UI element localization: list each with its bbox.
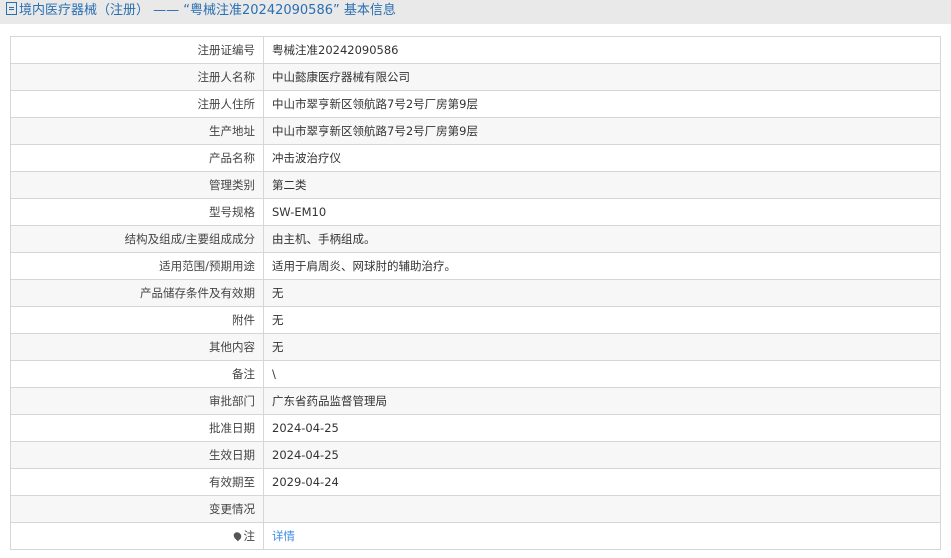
field-value: 冲击波治疗仪: [263, 144, 941, 172]
field-label: 其他内容: [10, 333, 264, 361]
field-value: 无: [263, 306, 941, 334]
field-value: 无: [263, 279, 941, 307]
field-value: SW-EM10: [263, 198, 941, 226]
field-value: 广东省药品监督管理局: [263, 387, 941, 415]
note-value: 详情: [263, 522, 941, 550]
field-value: 由主机、手柄组成。: [263, 225, 941, 253]
field-label: 注册证编号: [10, 36, 264, 64]
field-value: [263, 495, 941, 523]
table-row: 产品名称 冲击波治疗仪: [10, 144, 941, 172]
field-value: 中山市翠亨新区领航路7号2号厂房第9层: [263, 117, 941, 145]
table-row: 有效期至 2029-04-24: [10, 468, 941, 496]
field-value: 2029-04-24: [263, 468, 941, 496]
field-label: 结构及组成/主要组成成分: [10, 225, 264, 253]
table-row: 结构及组成/主要组成成分 由主机、手柄组成。: [10, 225, 941, 253]
note-row: 注 详情: [10, 522, 941, 550]
field-value: 第二类: [263, 171, 941, 199]
document-icon: [6, 2, 17, 15]
field-label: 注册人住所: [10, 90, 264, 118]
table-row: 其他内容无: [10, 333, 941, 361]
details-link[interactable]: 详情: [272, 529, 295, 543]
field-label: 批准日期: [10, 414, 264, 442]
field-label: 型号规格: [10, 198, 264, 226]
table-row: 注册人名称 中山懿康医疗器械有限公司: [10, 63, 941, 91]
note-label: 注: [10, 522, 264, 550]
table-row: 生效日期 2024-04-25: [10, 441, 941, 469]
table-row: 适用范围/预期用途 适用于肩周炎、网球肘的辅助治疗。: [10, 252, 941, 280]
field-value: 无: [263, 333, 941, 361]
field-value: 中山懿康医疗器械有限公司: [263, 63, 941, 91]
field-value: 2024-04-25: [263, 414, 941, 442]
field-label: 产品储存条件及有效期: [10, 279, 264, 307]
pin-icon: [231, 530, 243, 542]
field-value: 粤械注准20242090586: [263, 36, 941, 64]
field-label: 有效期至: [10, 468, 264, 496]
table-row: 型号规格 SW-EM10: [10, 198, 941, 226]
page-title: 境内医疗器械（注册） —— “粤械注准20242090586” 基本信息: [0, 0, 951, 24]
table-row: 产品储存条件及有效期无: [10, 279, 941, 307]
table-row: 注册人住所 中山市翠亨新区领航路7号2号厂房第9层: [10, 90, 941, 118]
field-value: 中山市翠亨新区领航路7号2号厂房第9层: [263, 90, 941, 118]
field-label: 审批部门: [10, 387, 264, 415]
field-label: 生产地址: [10, 117, 264, 145]
field-value: 2024-04-25: [263, 441, 941, 469]
table-row: 生产地址 中山市翠亨新区领航路7号2号厂房第9层: [10, 117, 941, 145]
field-label: 适用范围/预期用途: [10, 252, 264, 280]
field-label: 附件: [10, 306, 264, 334]
page-title-text: 境内医疗器械（注册） —— “粤械注准20242090586” 基本信息: [19, 3, 396, 18]
info-table: 注册证编号 粤械注准20242090586 注册人名称 中山懿康医疗器械有限公司 注册人…: [10, 36, 941, 550]
table-row: 管理类别 第二类: [10, 171, 941, 199]
note-label-text: 注: [243, 529, 256, 543]
field-label: 管理类别: [10, 171, 264, 199]
table-row: 备注 \: [10, 360, 941, 388]
field-label: 备注: [10, 360, 264, 388]
table-row: 审批部门 广东省药品监督管理局: [10, 387, 941, 415]
field-label: 产品名称: [10, 144, 264, 172]
table-row: 附件无: [10, 306, 941, 334]
field-label: 注册人名称: [10, 63, 264, 91]
field-value: \: [263, 360, 941, 388]
table-row: 变更情况: [10, 495, 941, 523]
field-label: 生效日期: [10, 441, 264, 469]
table-row: 批准日期 2024-04-25: [10, 414, 941, 442]
table-row: 注册证编号 粤械注准20242090586: [10, 36, 941, 64]
field-value: 适用于肩周炎、网球肘的辅助治疗。: [263, 252, 941, 280]
field-label: 变更情况: [10, 495, 264, 523]
